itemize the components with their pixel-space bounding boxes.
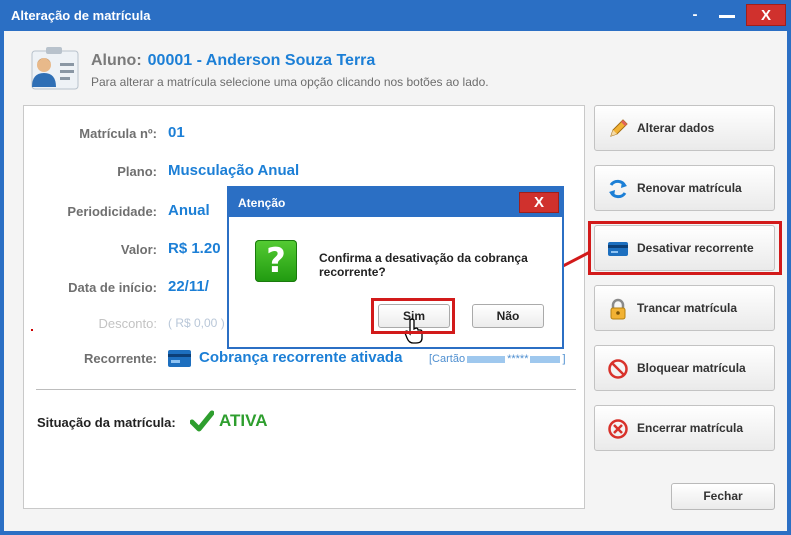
dialog-close-button[interactable]: X	[519, 192, 559, 213]
pencil-icon	[610, 119, 628, 137]
dialog-title-bar: Atenção X	[229, 188, 562, 217]
periodicidade-value: Anual	[168, 202, 210, 219]
renovar-matricula-button[interactable]: Renovar matrícula	[594, 165, 775, 211]
window: Alteração de matrícula - X Aluno: 00001 -…	[0, 0, 791, 535]
student-name: 00001 - Anderson Souza Terra	[147, 52, 376, 69]
trancar-matricula-button[interactable]: Trancar matrícula	[594, 285, 775, 331]
refresh-icon	[609, 179, 627, 199]
renovar-matricula-label: Renovar matrícula	[637, 181, 742, 195]
card-suffix: ]	[562, 353, 566, 365]
title-bar: Alteração de matrícula - X	[0, 0, 791, 31]
matricula-value: 01	[168, 124, 185, 141]
credit-card-icon	[168, 350, 191, 367]
highlight-desativar-recorrente	[588, 221, 782, 275]
divider	[36, 389, 576, 390]
marker-dot	[31, 329, 33, 331]
cancel-circle-icon	[608, 419, 628, 439]
matricula-label: Matrícula nº:	[79, 126, 157, 141]
periodicidade-label: Periodicidade:	[67, 204, 157, 219]
recorrente-label: Recorrente:	[84, 351, 157, 366]
bloquear-matricula-button[interactable]: Bloquear matrícula	[594, 345, 775, 391]
nao-button[interactable]: Não	[472, 304, 544, 328]
valor-label: Valor:	[120, 242, 157, 257]
card-redacted-block	[530, 355, 561, 363]
dialog-title: Atenção	[238, 196, 286, 210]
alterar-dados-button[interactable]: Alterar dados	[594, 105, 775, 151]
encerrar-matricula-button[interactable]: Encerrar matrícula	[594, 405, 775, 451]
instruction-text: Para alterar a matrícula selecione uma o…	[91, 75, 489, 89]
card-mask: *****	[507, 353, 529, 365]
help-button[interactable]: -	[680, 4, 710, 26]
data-inicio-value: 22/11/	[168, 278, 209, 295]
fechar-button[interactable]: Fechar	[671, 483, 775, 510]
dialog-message: Confirma a desativação da cobrança recor…	[319, 251, 528, 279]
minimize-icon	[719, 15, 735, 18]
minimize-button[interactable]	[712, 4, 742, 26]
situacao-value: ATIVA	[219, 411, 268, 430]
card-prefix: [Cartão	[429, 353, 466, 365]
data-inicio-label: Data de início:	[68, 280, 157, 295]
highlight-sim-button	[371, 298, 455, 334]
card-number: [Cartão *****]	[429, 353, 566, 365]
window-title: Alteração de matrícula	[11, 8, 151, 23]
valor-value: R$ 1.20	[168, 240, 221, 257]
encerrar-matricula-label: Encerrar matrícula	[637, 421, 744, 435]
close-window-button[interactable]: X	[746, 4, 786, 26]
block-icon	[608, 359, 628, 379]
desconto-label: Desconto:	[98, 316, 157, 331]
student-card-icon	[31, 47, 79, 90]
trancar-matricula-label: Trancar matrícula	[637, 301, 738, 315]
plano-value: Musculação Anual	[168, 162, 300, 179]
alterar-dados-label: Alterar dados	[637, 121, 715, 135]
bloquear-matricula-label: Bloquear matrícula	[637, 361, 746, 375]
lock-icon	[610, 298, 626, 320]
desconto-value: ( R$ 0,00 )	[168, 316, 225, 330]
recorrente-value: Cobrança recorrente ativada	[199, 349, 403, 366]
student-label: Aluno:	[91, 52, 142, 69]
situacao-label: Situação da matrícula:	[37, 415, 176, 430]
plano-label: Plano:	[117, 164, 157, 179]
card-redacted-block	[467, 355, 506, 363]
student-heading: Aluno: 00001 - Anderson Souza Terra	[91, 52, 375, 70]
question-icon: ?	[255, 240, 297, 282]
checkmark-icon	[190, 410, 214, 432]
